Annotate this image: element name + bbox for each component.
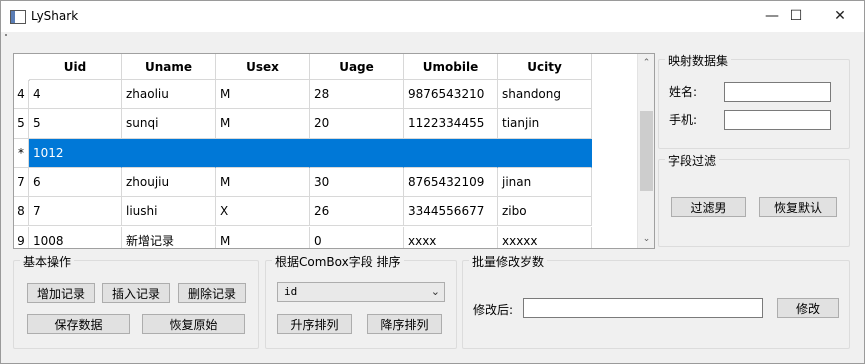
batch-age-group: 批量修改岁数 修改后: 修改 <box>462 253 850 349</box>
scroll-thumb[interactable] <box>640 111 653 191</box>
table-cell-ucity[interactable]: zibo <box>498 197 592 227</box>
chevron-down-icon: ⌄ <box>430 285 440 298</box>
table-cell-uid[interactable]: 5 <box>29 109 122 139</box>
sort-field-value: id <box>284 285 298 298</box>
records-table[interactable]: ⌃ ⌄ Uid Uname Usex Uage Umobile Ucity 4 4 zhaoli… <box>13 53 655 249</box>
sort-desc-button[interactable]: 降序排列 <box>367 314 442 334</box>
insert-record-button[interactable]: 插入记录 <box>102 283 170 303</box>
table-cell-uname[interactable]: sunqi <box>122 109 216 139</box>
column-header-umobile[interactable]: Umobile <box>404 54 498 80</box>
basic-ops-title: 基本操作 <box>20 253 75 270</box>
table-cell-umobile[interactable]: xxxx <box>404 226 498 248</box>
filter-male-button[interactable]: 过滤男 <box>671 197 746 217</box>
table-cell-uage[interactable]: 30 <box>310 167 404 198</box>
table-cell-uname[interactable]: zhaoliu <box>122 80 216 110</box>
row-header[interactable]: 8 <box>14 197 29 227</box>
mapping-group-title: 映射数据集 <box>665 52 732 69</box>
title-bar[interactable]: LyShark — ☐ ✕ <box>1 1 864 32</box>
table-cell-ucity[interactable] <box>498 138 592 168</box>
row-header[interactable]: 5 <box>14 109 29 139</box>
filter-group-title: 字段过滤 <box>665 152 720 169</box>
table-cell-uname[interactable] <box>122 138 216 168</box>
table-cell-uid[interactable]: 6 <box>29 167 122 198</box>
table-cell-uname[interactable]: 新增记录 <box>122 226 216 248</box>
sort-group-title: 根据ComBox字段 排序 <box>272 253 404 270</box>
save-data-button[interactable]: 保存数据 <box>27 314 130 334</box>
table-cell-umobile[interactable] <box>404 138 498 168</box>
table-cell-ucity[interactable]: xxxxx <box>498 226 592 248</box>
table-corner[interactable] <box>14 54 30 81</box>
vertical-scrollbar[interactable]: ⌃ ⌄ <box>637 54 654 248</box>
table-cell-uid[interactable]: 1008 <box>29 226 122 248</box>
batch-age-title: 批量修改岁数 <box>469 253 548 270</box>
table-cell-uid[interactable]: 1012 <box>29 138 122 168</box>
table-cell-usex[interactable] <box>216 138 310 168</box>
basic-ops-group: 基本操作 增加记录 插入记录 删除记录 保存数据 恢复原始 <box>13 253 259 349</box>
mapping-group: 映射数据集 姓名: 手机: <box>658 52 850 149</box>
table-cell-uage[interactable]: 0 <box>310 226 404 248</box>
modify-button[interactable]: 修改 <box>777 298 839 318</box>
window-title: LyShark <box>31 9 79 23</box>
column-header-uid[interactable]: Uid <box>29 54 122 80</box>
toolbar-grip <box>5 34 9 37</box>
table-cell-usex[interactable]: M <box>216 80 310 110</box>
name-label: 姓名: <box>669 85 698 99</box>
table-cell-uage[interactable]: 26 <box>310 197 404 227</box>
table-cell-usex[interactable]: M <box>216 226 310 248</box>
table-cell-uid[interactable]: 4 <box>29 80 122 110</box>
table-cell-umobile[interactable]: 3344556677 <box>404 197 498 227</box>
table-cell-usex[interactable]: M <box>216 167 310 198</box>
sort-field-select[interactable]: id ⌄ <box>277 282 445 302</box>
row-header[interactable]: 7 <box>14 167 29 198</box>
row-header[interactable]: 9 <box>14 226 29 248</box>
row-header[interactable]: * <box>14 138 29 168</box>
table-cell-ucity[interactable]: shandong <box>498 80 592 110</box>
sort-group: 根据ComBox字段 排序 id ⌄ 升序排列 降序排列 <box>265 253 457 349</box>
mobile-label: 手机: <box>669 113 698 127</box>
after-label: 修改后: <box>473 303 514 317</box>
delete-record-button[interactable]: 删除记录 <box>178 283 246 303</box>
restore-original-button[interactable]: 恢复原始 <box>142 314 245 334</box>
table-cell-umobile[interactable]: 8765432109 <box>404 167 498 198</box>
add-record-button[interactable]: 增加记录 <box>27 283 95 303</box>
app-icon <box>10 10 26 24</box>
scroll-up-icon[interactable]: ⌃ <box>638 56 654 70</box>
close-button[interactable]: ✕ <box>817 1 863 32</box>
table-cell-umobile[interactable]: 1122334455 <box>404 109 498 139</box>
table-cell-umobile[interactable]: 9876543210 <box>404 80 498 110</box>
column-header-uname[interactable]: Uname <box>122 54 216 80</box>
filter-group: 字段过滤 过滤男 恢复默认 <box>658 152 850 247</box>
age-after-field[interactable] <box>523 298 763 318</box>
table-cell-uage[interactable] <box>310 138 404 168</box>
app-window: LyShark — ☐ ✕ ⌃ ⌄ Uid Uname Usex Uage Umobil… <box>0 0 865 364</box>
table-cell-ucity[interactable]: jinan <box>498 167 592 198</box>
row-header[interactable]: 4 <box>14 80 29 110</box>
table-cell-uid[interactable]: 7 <box>29 197 122 227</box>
mobile-field[interactable] <box>724 110 831 130</box>
column-header-usex[interactable]: Usex <box>216 54 310 80</box>
sort-asc-button[interactable]: 升序排列 <box>277 314 352 334</box>
table-cell-uage[interactable]: 20 <box>310 109 404 139</box>
table-cell-uage[interactable]: 28 <box>310 80 404 110</box>
table-cell-ucity[interactable]: tianjin <box>498 109 592 139</box>
scroll-down-icon[interactable]: ⌄ <box>638 232 654 246</box>
column-header-uage[interactable]: Uage <box>310 54 404 80</box>
table-cell-uname[interactable]: liushi <box>122 197 216 227</box>
restore-default-button[interactable]: 恢复默认 <box>759 197 837 217</box>
maximize-button[interactable]: ☐ <box>773 1 819 32</box>
table-cell-usex[interactable]: X <box>216 197 310 227</box>
column-header-ucity[interactable]: Ucity <box>498 54 592 80</box>
table-cell-usex[interactable]: M <box>216 109 310 139</box>
table-cell-uname[interactable]: zhoujiu <box>122 167 216 198</box>
name-field[interactable] <box>724 82 831 102</box>
